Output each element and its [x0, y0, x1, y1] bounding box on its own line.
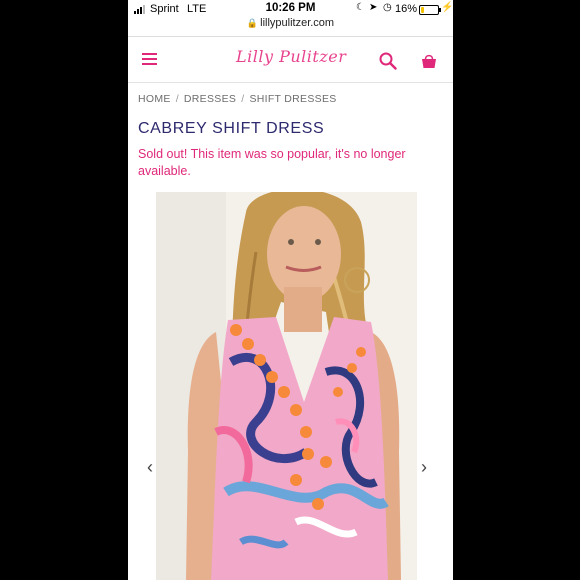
url-text: lillypulitzer.com: [260, 17, 335, 29]
status-bar: Sprint LTE 10:26 PM ☾ ➤ ◷ 16% ⚡: [128, 0, 453, 17]
carousel-next-icon[interactable]: ›: [421, 457, 427, 478]
shopping-bag-icon[interactable]: [420, 52, 438, 70]
breadcrumb-separator: /: [175, 93, 179, 105]
alarm-icon: ◷: [383, 2, 392, 13]
location-icon: ➤: [369, 2, 378, 13]
do-not-disturb-icon: ☾: [356, 2, 365, 13]
breadcrumb-home[interactable]: HOME: [138, 93, 171, 105]
carousel-prev-icon[interactable]: ‹: [147, 457, 153, 478]
battery-percent: 16%: [395, 3, 418, 15]
brand-logo[interactable]: Lilly Pulitzer: [236, 47, 346, 66]
breadcrumb-dresses[interactable]: DRESSES: [184, 93, 236, 105]
search-icon[interactable]: [379, 52, 397, 70]
charging-icon: ⚡: [441, 2, 453, 13]
phone-screen: Sprint LTE 10:26 PM ☾ ➤ ◷ 16% ⚡ 🔒 lillypu…: [128, 0, 453, 580]
lock-icon: 🔒: [246, 18, 259, 28]
breadcrumb-separator: /: [241, 93, 245, 105]
divider: [128, 82, 453, 83]
battery-icon: [419, 5, 441, 15]
hamburger-menu-icon[interactable]: [142, 53, 157, 66]
product-image[interactable]: [156, 192, 417, 580]
address-bar[interactable]: 🔒 lillypulitzer.com: [128, 17, 453, 29]
breadcrumb: HOME / DRESSES / SHIFT DRESSES: [138, 93, 337, 105]
site-header: Lilly Pulitzer: [128, 37, 453, 82]
sold-out-message: Sold out! This item was so popular, it's…: [138, 147, 406, 178]
breadcrumb-shift-dresses[interactable]: SHIFT DRESSES: [249, 93, 336, 105]
product-title: CABREY SHIFT DRESS: [138, 120, 325, 137]
